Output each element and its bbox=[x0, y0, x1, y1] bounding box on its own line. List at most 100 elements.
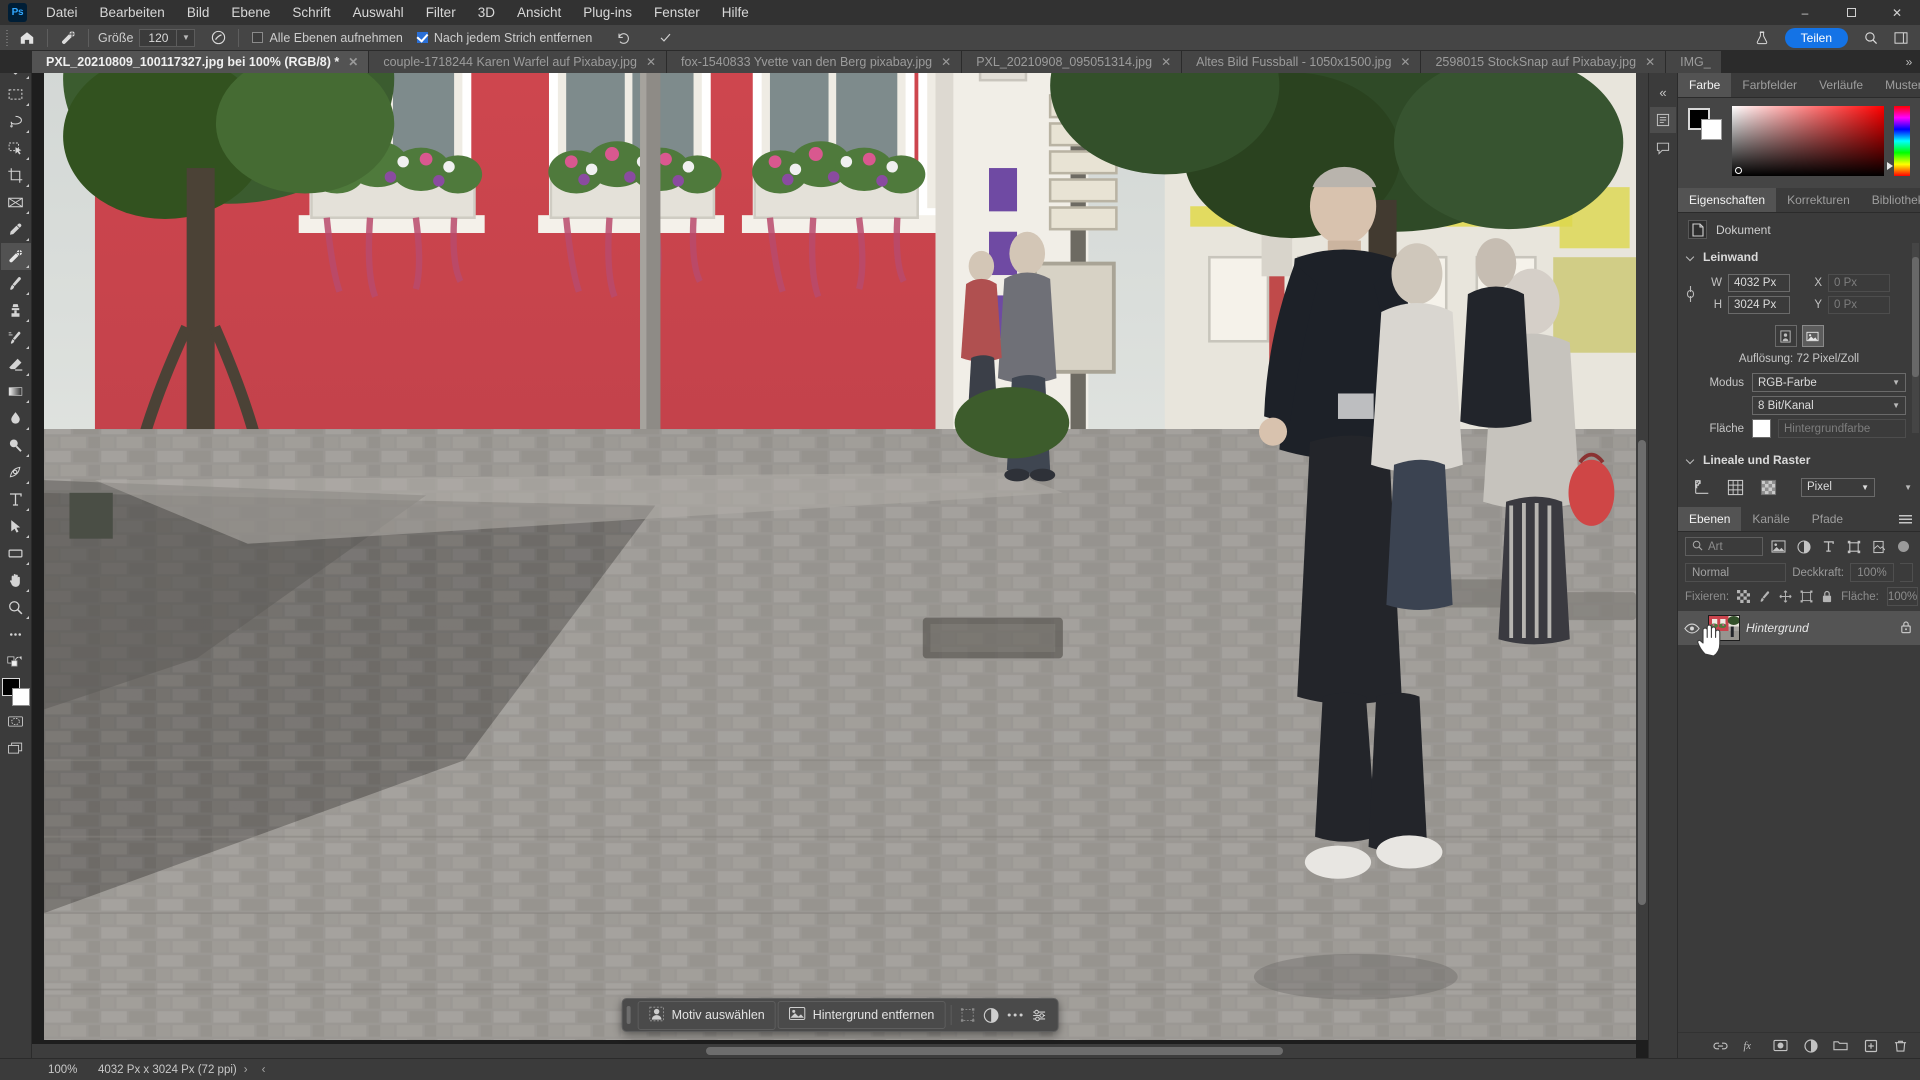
more-icon[interactable] bbox=[1004, 1003, 1026, 1027]
brush-tool[interactable] bbox=[1, 270, 31, 297]
checkbox-box-checked[interactable] bbox=[416, 32, 428, 43]
close-icon[interactable]: ✕ bbox=[1645, 56, 1655, 68]
lock-artboard-icon[interactable] bbox=[1800, 589, 1813, 604]
document-tab-2[interactable]: fox-1540833 Yvette van den Berg pixabay.… bbox=[667, 51, 963, 73]
color-swatches[interactable] bbox=[1, 678, 30, 706]
object-selection-tool[interactable] bbox=[1, 135, 31, 162]
lock-transparency-icon[interactable] bbox=[1737, 589, 1751, 604]
menu-3d[interactable]: 3D bbox=[467, 1, 506, 24]
eye-icon[interactable] bbox=[1682, 623, 1702, 634]
chevron-double-right-icon[interactable]: » bbox=[1898, 55, 1920, 69]
menu-bearbeiten[interactable]: Bearbeiten bbox=[89, 1, 176, 24]
tab-korrekturen[interactable]: Korrekturen bbox=[1776, 188, 1861, 212]
new-layer-icon[interactable] bbox=[1862, 1037, 1879, 1054]
x-input[interactable]: 0 Px bbox=[1828, 274, 1890, 292]
tab-verlaeufe[interactable]: Verläufe bbox=[1808, 73, 1874, 97]
taskbar-grip[interactable] bbox=[626, 1006, 631, 1024]
filter-toggle[interactable] bbox=[1898, 541, 1909, 552]
menu-filter[interactable]: Filter bbox=[415, 1, 467, 24]
document-tab-3[interactable]: PXL_20210908_095051314.jpg ✕ bbox=[962, 51, 1183, 73]
close-icon[interactable]: ✕ bbox=[348, 56, 358, 68]
opacity-value[interactable]: 100% bbox=[1850, 563, 1894, 582]
menu-auswahl[interactable]: Auswahl bbox=[342, 1, 415, 24]
menu-bild[interactable]: Bild bbox=[176, 1, 221, 24]
color-picker-handle[interactable] bbox=[1735, 167, 1742, 174]
fill-select[interactable]: Hintergrundfarbe bbox=[1778, 419, 1906, 438]
menu-ebene[interactable]: Ebene bbox=[220, 1, 281, 24]
workspace-icon[interactable] bbox=[1886, 26, 1916, 50]
select-subject-button[interactable]: Motiv auswählen bbox=[637, 1000, 776, 1030]
options-bar-grip[interactable] bbox=[2, 25, 12, 51]
default-colors-icon[interactable] bbox=[1, 648, 31, 675]
width-input[interactable]: 4032 Px bbox=[1728, 274, 1790, 292]
dodge-tool[interactable] bbox=[1, 432, 31, 459]
zoom-tool[interactable] bbox=[1, 594, 31, 621]
hand-tool[interactable] bbox=[1, 567, 31, 594]
landscape-icon[interactable] bbox=[1801, 325, 1824, 347]
zoom-level[interactable]: 100% bbox=[0, 1064, 77, 1076]
chevron-down-icon[interactable] bbox=[1687, 456, 1696, 465]
type-tool[interactable] bbox=[1, 486, 31, 513]
filter-type-select[interactable]: Art bbox=[1685, 537, 1763, 556]
menu-hilfe[interactable]: Hilfe bbox=[711, 1, 760, 24]
close-icon[interactable]: ✕ bbox=[1400, 56, 1410, 68]
tab-farbfelder[interactable]: Farbfelder bbox=[1731, 73, 1808, 97]
panel-menu-icon[interactable] bbox=[1891, 507, 1920, 531]
close-icon[interactable]: ✕ bbox=[1161, 56, 1171, 68]
brush-settings-icon[interactable] bbox=[203, 26, 233, 50]
properties-scrollbar[interactable] bbox=[1912, 243, 1919, 433]
remove-after-stroke-checkbox[interactable]: Nach jedem Strich entfernen bbox=[416, 31, 592, 45]
checkbox-box[interactable] bbox=[252, 32, 264, 43]
status-next-arrow[interactable]: › bbox=[237, 1064, 255, 1076]
lock-image-icon[interactable] bbox=[1758, 589, 1771, 604]
lock-icon[interactable] bbox=[1900, 620, 1912, 637]
color-swatches[interactable] bbox=[1688, 108, 1722, 140]
document-canvas[interactable]: Motiv auswählen Hintergrund entfernen bbox=[32, 73, 1648, 1058]
screen-mode-icon[interactable] bbox=[1, 735, 31, 762]
undo-icon[interactable] bbox=[608, 26, 638, 50]
spot-healing-brush-icon[interactable] bbox=[53, 26, 83, 50]
filter-shape-icon[interactable] bbox=[1844, 537, 1863, 556]
spot-healing-brush-tool[interactable] bbox=[0, 243, 31, 270]
maximize-button[interactable] bbox=[1828, 0, 1874, 25]
size-input[interactable]: 120 bbox=[139, 28, 178, 47]
tab-ebenen[interactable]: Ebenen bbox=[1678, 507, 1742, 531]
hue-handle[interactable] bbox=[1887, 162, 1893, 170]
close-icon[interactable]: ✕ bbox=[941, 56, 951, 68]
ruler-icon[interactable] bbox=[1692, 477, 1712, 497]
menu-schrift[interactable]: Schrift bbox=[281, 1, 341, 24]
share-button[interactable]: Teilen bbox=[1784, 27, 1848, 48]
canvas-section-header[interactable]: Leinwand bbox=[1678, 245, 1920, 268]
filter-adjustment-icon[interactable] bbox=[1794, 537, 1813, 556]
gradient-tool[interactable] bbox=[1, 378, 31, 405]
portrait-icon[interactable] bbox=[1774, 325, 1797, 347]
close-button[interactable]: ✕ bbox=[1874, 0, 1920, 25]
sample-all-layers-checkbox[interactable]: Alle Ebenen aufnehmen bbox=[252, 31, 403, 45]
menu-plugins[interactable]: Plug-ins bbox=[572, 1, 643, 24]
tab-pfade[interactable]: Pfade bbox=[1801, 507, 1854, 531]
blend-mode-select[interactable]: Normal bbox=[1685, 563, 1787, 582]
background-color-swatch[interactable] bbox=[11, 688, 30, 706]
tab-kanaele[interactable]: Kanäle bbox=[1741, 507, 1800, 531]
chevron-down-icon[interactable] bbox=[1687, 253, 1696, 262]
mask-icon[interactable] bbox=[1772, 1037, 1789, 1054]
tab-muster[interactable]: Muster bbox=[1874, 73, 1920, 97]
opacity-stepper[interactable] bbox=[1900, 563, 1913, 582]
tab-bibliotheken[interactable]: Bibliotheken bbox=[1861, 188, 1920, 212]
lasso-tool[interactable] bbox=[1, 108, 31, 135]
grid-icon[interactable] bbox=[1725, 477, 1745, 497]
document-tab-4[interactable]: Altes Bild Fussball - 1050x1500.jpg ✕ bbox=[1182, 51, 1422, 73]
filter-smart-object-icon[interactable] bbox=[1869, 537, 1888, 556]
clone-stamp-tool[interactable] bbox=[1, 297, 31, 324]
color-field[interactable] bbox=[1732, 106, 1884, 176]
lock-all-icon[interactable] bbox=[1821, 589, 1833, 604]
history-brush-tool[interactable] bbox=[1, 324, 31, 351]
canvas-horizontal-scrollbar[interactable] bbox=[32, 1044, 1636, 1058]
background-color-swatch[interactable] bbox=[1701, 119, 1722, 140]
link-icon[interactable] bbox=[1712, 1037, 1729, 1054]
collapse-dock-icon[interactable]: « bbox=[1650, 79, 1676, 105]
transparency-grid-icon[interactable] bbox=[1758, 477, 1778, 497]
hue-slider[interactable] bbox=[1887, 106, 1910, 176]
adjustment-circle-icon[interactable] bbox=[980, 1003, 1002, 1027]
minimize-button[interactable]: – bbox=[1782, 0, 1828, 25]
